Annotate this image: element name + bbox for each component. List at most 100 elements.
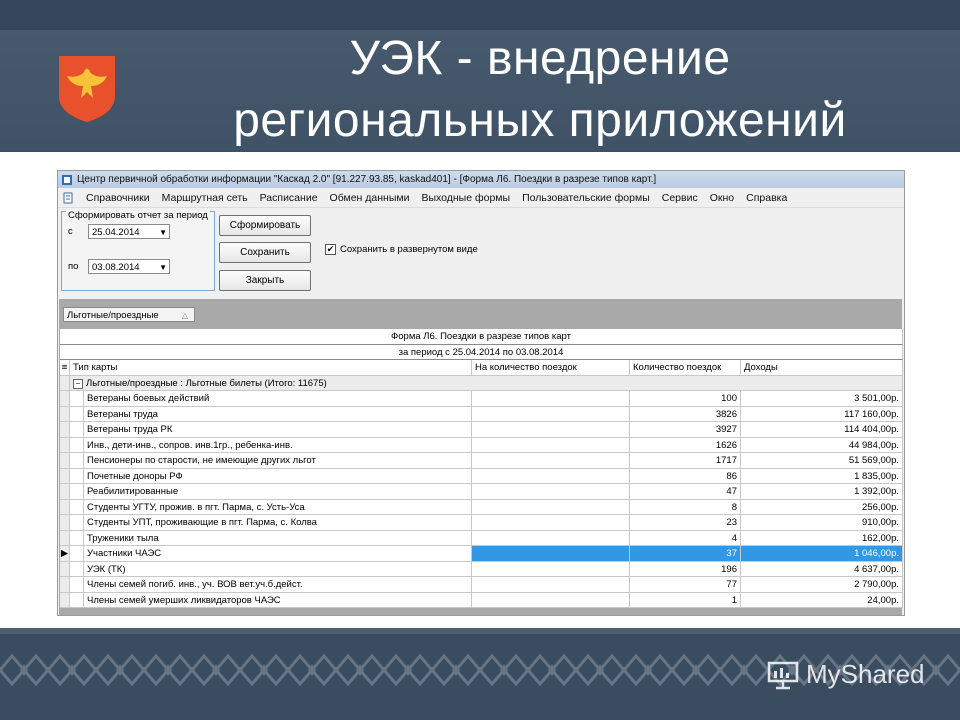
cell-card-type[interactable]: Ветераны труда РК — [84, 422, 472, 438]
cell-trips-quota[interactable] — [472, 577, 630, 593]
cell-card-type[interactable]: Почетные доноры РФ — [84, 468, 472, 484]
cell-income[interactable]: 114 404,00р. — [741, 422, 903, 438]
table-row[interactable]: Студенты УГТУ, прожив. в пгт. Парма, с. … — [60, 499, 903, 515]
cell-trip-count[interactable]: 4 — [630, 530, 741, 546]
generate-button[interactable]: Сформировать — [219, 215, 311, 236]
cell-trips-quota[interactable] — [472, 515, 630, 531]
column-chooser-icon[interactable]: ≡ — [60, 360, 70, 376]
row-indicator[interactable] — [60, 468, 70, 484]
cell-card-type[interactable]: Пенсионеры по старости, не имеющие други… — [84, 453, 472, 469]
cell-income[interactable]: 117 160,00р. — [741, 406, 903, 422]
save-button[interactable]: Сохранить — [219, 242, 311, 263]
cell-income[interactable]: 4 637,00р. — [741, 561, 903, 577]
cell-card-type[interactable]: Члены семей умерших ликвидаторов ЧАЭС — [84, 592, 472, 608]
row-indicator[interactable] — [60, 391, 70, 407]
table-row[interactable]: Труженики тыла 4 162,00р. — [60, 530, 903, 546]
cell-trip-count[interactable]: 37 — [630, 546, 741, 562]
cell-card-type[interactable]: Ветераны боевых действий — [84, 391, 472, 407]
cell-trips-quota[interactable] — [472, 468, 630, 484]
column-header-income[interactable]: Доходы — [741, 360, 903, 376]
menu-item-route-network[interactable]: Маршрутная сеть — [156, 192, 254, 204]
cell-trip-count[interactable]: 86 — [630, 468, 741, 484]
cell-card-type[interactable]: Труженики тыла — [84, 530, 472, 546]
table-row[interactable]: Члены семей погиб. инв., уч. ВОВ вет.уч.… — [60, 577, 903, 593]
cell-income[interactable]: 2 790,00р. — [741, 577, 903, 593]
cell-card-type[interactable]: Реабилитированные — [84, 484, 472, 500]
group-row-cell[interactable]: − Льготные/проездные : Льготные билеты (И… — [70, 375, 903, 391]
row-indicator[interactable] — [60, 422, 70, 438]
cell-card-type[interactable]: Участники ЧАЭС — [84, 546, 472, 562]
cell-income[interactable]: 24,00р. — [741, 592, 903, 608]
cell-trips-quota[interactable] — [472, 530, 630, 546]
cell-trips-quota[interactable] — [472, 484, 630, 500]
cell-card-type[interactable]: Члены семей погиб. инв., уч. ВОВ вет.уч.… — [84, 577, 472, 593]
row-indicator[interactable] — [60, 592, 70, 608]
dropdown-arrow-icon[interactable]: ▼ — [159, 225, 167, 240]
dropdown-arrow-icon[interactable]: ▼ — [159, 260, 167, 275]
from-date-picker[interactable]: 25.04.2014 ▼ — [88, 224, 170, 239]
cell-income[interactable]: 1 835,00р. — [741, 468, 903, 484]
cell-card-type[interactable]: УЭК (ТК) — [84, 561, 472, 577]
table-row[interactable]: Члены семей умерших ликвидаторов ЧАЭС 1 24… — [60, 592, 903, 608]
cell-trips-quota[interactable] — [472, 437, 630, 453]
cell-income[interactable]: 162,00р. — [741, 530, 903, 546]
cell-trip-count[interactable]: 1626 — [630, 437, 741, 453]
table-row[interactable]: Инв., дети-инв., сопров. инв.1гр., ребен… — [60, 437, 903, 453]
column-header-trip-count[interactable]: Количество поездок — [630, 360, 741, 376]
menu-item-directories[interactable]: Справочники — [80, 192, 156, 204]
cell-card-type[interactable]: Студенты УПТ, проживающие в пгт. Парма, … — [84, 515, 472, 531]
cell-trips-quota[interactable] — [472, 546, 630, 562]
table-row[interactable]: Почетные доноры РФ 86 1 835,00р. — [60, 468, 903, 484]
row-indicator[interactable] — [60, 515, 70, 531]
save-expanded-checkbox[interactable]: ✔ — [325, 244, 336, 255]
cell-trip-count[interactable]: 47 — [630, 484, 741, 500]
window-titlebar[interactable]: Центр первичной обработки информации "Ка… — [58, 171, 904, 188]
cell-trips-quota[interactable] — [472, 406, 630, 422]
column-header-trips-quota[interactable]: На количество поездок — [472, 360, 630, 376]
row-indicator[interactable] — [60, 561, 70, 577]
table-row[interactable]: Ветераны труда 3826 117 160,00р. — [60, 406, 903, 422]
cell-trip-count[interactable]: 1 — [630, 592, 741, 608]
row-indicator[interactable] — [60, 530, 70, 546]
cell-trips-quota[interactable] — [472, 499, 630, 515]
cell-trips-quota[interactable] — [472, 592, 630, 608]
column-header-card-type[interactable]: Тип карты — [70, 360, 472, 376]
table-row[interactable]: Студенты УПТ, проживающие в пгт. Парма, … — [60, 515, 903, 531]
close-button[interactable]: Закрыть — [219, 270, 311, 291]
table-row[interactable]: Ветераны труда РК 3927 114 404,00р. — [60, 422, 903, 438]
cell-income[interactable]: 910,00р. — [741, 515, 903, 531]
save-expanded-option[interactable]: ✔ Сохранить в развернутом виде — [325, 244, 478, 255]
cell-trip-count[interactable]: 23 — [630, 515, 741, 531]
menu-item-service[interactable]: Сервис — [656, 192, 704, 204]
table-row[interactable]: Реабилитированные 47 1 392,00р. — [60, 484, 903, 500]
row-indicator[interactable] — [60, 375, 70, 391]
cell-income[interactable]: 256,00р. — [741, 499, 903, 515]
document-icon[interactable] — [62, 192, 74, 204]
cell-trip-count[interactable]: 3927 — [630, 422, 741, 438]
cell-trips-quota[interactable] — [472, 453, 630, 469]
table-row[interactable]: ▶ Участники ЧАЭС 37 1 046,00р. — [60, 546, 903, 562]
menu-item-output-forms[interactable]: Выходные формы — [415, 192, 516, 204]
menu-item-user-forms[interactable]: Пользовательские формы — [516, 192, 656, 204]
cell-card-type[interactable]: Ветераны труда — [84, 406, 472, 422]
row-indicator[interactable] — [60, 577, 70, 593]
cell-trips-quota[interactable] — [472, 391, 630, 407]
cell-trip-count[interactable]: 196 — [630, 561, 741, 577]
row-indicator[interactable]: ▶ — [60, 546, 70, 562]
cell-income[interactable]: 1 392,00р. — [741, 484, 903, 500]
cell-trip-count[interactable]: 77 — [630, 577, 741, 593]
cell-trips-quota[interactable] — [472, 422, 630, 438]
cell-trip-count[interactable]: 1717 — [630, 453, 741, 469]
menu-item-schedule[interactable]: Расписание — [254, 192, 324, 204]
row-indicator[interactable] — [60, 453, 70, 469]
cell-income[interactable]: 3 501,00р. — [741, 391, 903, 407]
table-row[interactable]: УЭК (ТК) 196 4 637,00р. — [60, 561, 903, 577]
grouping-panel[interactable]: Льготные/проездные △ — [63, 307, 195, 322]
cell-income[interactable]: 51 569,00р. — [741, 453, 903, 469]
table-row[interactable]: Пенсионеры по старости, не имеющие други… — [60, 453, 903, 469]
row-indicator[interactable] — [60, 437, 70, 453]
to-date-picker[interactable]: 03.08.2014 ▼ — [88, 259, 170, 274]
cell-card-type[interactable]: Инв., дети-инв., сопров. инв.1гр., ребен… — [84, 437, 472, 453]
cell-trip-count[interactable]: 3826 — [630, 406, 741, 422]
menu-item-help[interactable]: Справка — [740, 192, 793, 204]
